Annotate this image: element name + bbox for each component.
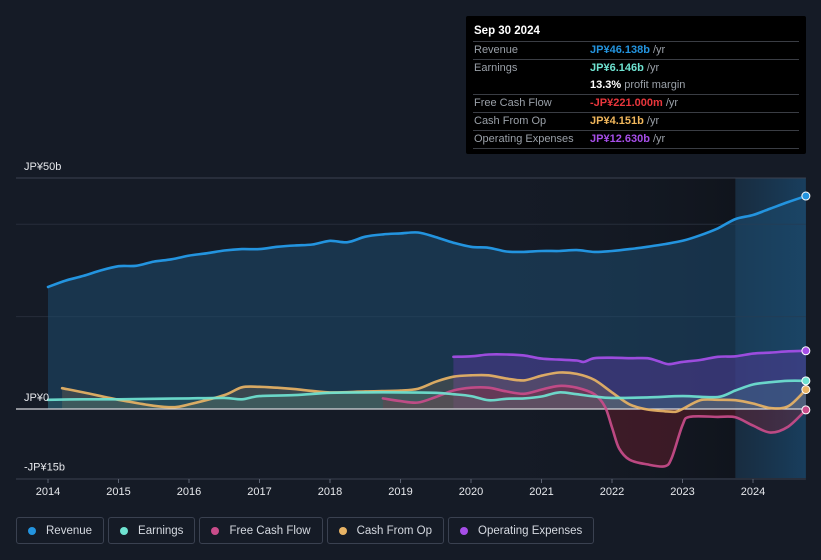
tooltip-row-suffix: /yr — [662, 97, 679, 109]
legend-item-cash-from-op[interactable]: Cash From Op — [326, 517, 445, 544]
tooltip-row: 13.3% profit margin — [473, 77, 799, 94]
x-tick-label: 2016 — [177, 486, 201, 498]
x-tick-label: 2018 — [318, 486, 342, 498]
legend-dot-icon — [338, 526, 347, 535]
tooltip-row-label: Cash From Op — [474, 115, 547, 127]
x-tick-label: 2014 — [36, 486, 60, 498]
tooltip-row: Cash From Op JP¥4.151b /yr — [473, 112, 799, 130]
tooltip-row-suffix: profit margin — [621, 79, 686, 91]
tooltip-row: Operating Expenses JP¥12.630b /yr — [473, 130, 799, 149]
legend-label: Earnings — [138, 524, 184, 537]
y-axis-label: JP¥50b — [24, 161, 61, 173]
x-axis: 2014 2015 2016 2017 2018 2019 2020 2021 2022 2023… — [36, 479, 765, 498]
legend-dot-icon — [211, 526, 220, 535]
end-marker-cash-from-op — [801, 385, 811, 395]
tooltip-row-suffix: /yr — [643, 115, 660, 127]
tooltip-row-value: -JP¥221.000m — [590, 97, 663, 109]
legend-dot-icon — [28, 526, 36, 535]
tooltip-row-label: Free Cash Flow — [474, 97, 552, 109]
tooltip-row-suffix: /yr — [643, 62, 660, 74]
legend-dot-icon — [460, 526, 469, 535]
legend-label: Free Cash Flow — [229, 524, 311, 537]
tooltip-row: Free Cash Flow -JP¥221.000m /yr — [473, 94, 799, 112]
legend-item-free-cash-flow[interactable]: Free Cash Flow — [199, 517, 323, 544]
legend-item-earnings[interactable]: Earnings — [108, 517, 196, 544]
legend: Revenue Earnings Free Cash Flow Cash From O… — [16, 517, 595, 544]
tooltip-row-value: JP¥12.630b — [590, 133, 650, 145]
tooltip-row: Revenue JP¥46.138b /yr — [473, 41, 799, 59]
x-tick-label: 2021 — [529, 486, 553, 498]
end-marker-revenue — [801, 191, 811, 201]
legend-label: Revenue — [46, 524, 93, 537]
legend-label: Operating Expenses — [478, 524, 583, 537]
x-tick-label: 2024 — [741, 486, 765, 498]
tooltip-row-label: Operating Expenses — [474, 133, 574, 145]
tooltip-row-value: JP¥6.146b — [590, 62, 644, 74]
tooltip-row-value: JP¥4.151b — [590, 115, 644, 127]
x-tick-label: 2023 — [670, 486, 694, 498]
legend-item-revenue[interactable]: Revenue — [16, 517, 105, 544]
tooltip-row-label: Revenue — [474, 44, 519, 56]
tooltip-row-value: 13.3% — [590, 79, 622, 91]
x-tick-label: 2022 — [600, 486, 624, 498]
end-marker-free-cash-flow — [801, 405, 811, 415]
x-tick-label: 2017 — [247, 486, 271, 498]
tooltip-row-label: Earnings — [474, 62, 518, 74]
tooltip: Sep 30 2024 Revenue JP¥46.138b /yr Earning… — [466, 16, 806, 154]
end-marker-operating-expenses — [801, 346, 811, 356]
legend-label: Cash From Op — [356, 524, 433, 537]
legend-item-operating-expenses[interactable]: Operating Expenses — [448, 517, 595, 544]
legend-dot-icon — [120, 526, 129, 535]
tooltip-row-suffix: /yr — [649, 133, 666, 145]
end-marker-earnings — [801, 376, 811, 386]
tooltip-row: Earnings JP¥6.146b /yr — [473, 59, 799, 77]
tooltip-date: Sep 30 2024 — [474, 25, 540, 37]
y-axis-label: -JP¥15b — [24, 461, 65, 473]
x-tick-label: 2019 — [388, 486, 412, 498]
x-tick-label: 2015 — [106, 486, 130, 498]
y-axis-label: JP¥0 — [24, 392, 49, 404]
tooltip-row-suffix: /yr — [649, 44, 666, 56]
x-tick-label: 2020 — [459, 486, 483, 498]
tooltip-row-value: JP¥46.138b — [590, 44, 650, 56]
tooltip-row-label — [473, 77, 590, 94]
